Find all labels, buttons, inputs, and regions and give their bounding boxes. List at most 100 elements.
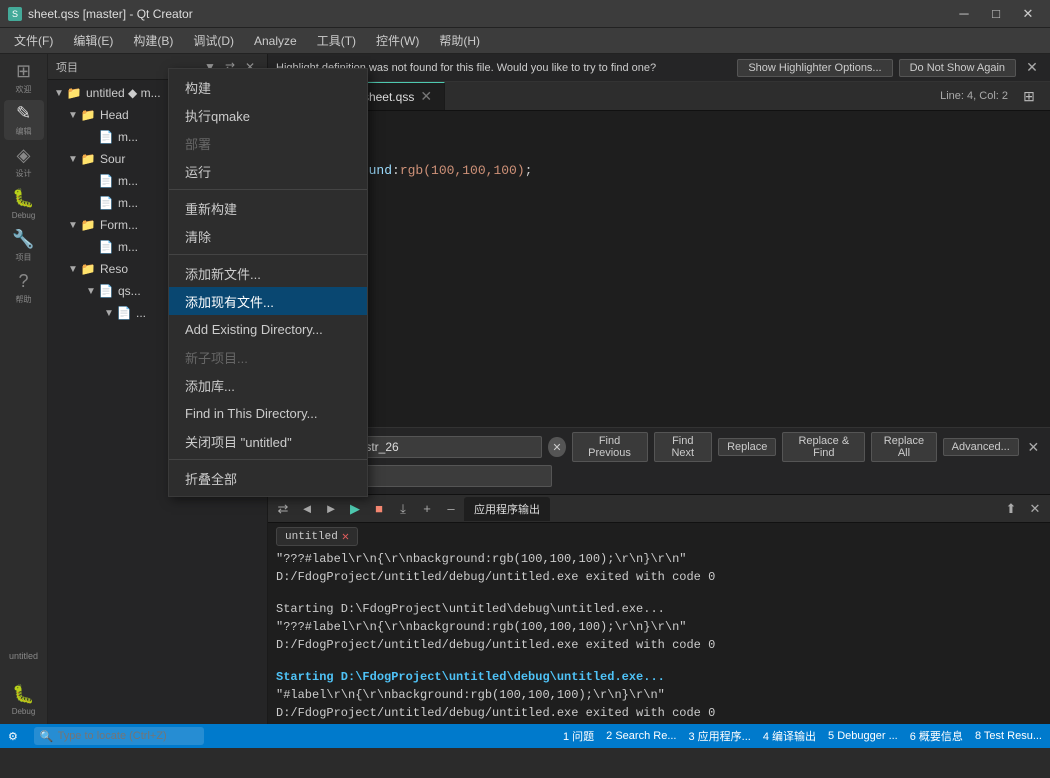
menu-analyze[interactable]: Analyze — [244, 32, 307, 50]
debug2-icon: 🐛 — [12, 684, 34, 705]
folder-icon: 📁 — [80, 217, 96, 233]
main-area: ⊞ 欢迎 ✎ 编辑 ◈ 设计 🐛 Debug 🔧 项目 ? 帮助 untitle… — [0, 54, 1050, 724]
sidebar-debug[interactable]: 🐛 Debug — [4, 184, 44, 224]
find-bar: Find: 🔍 ✕ Find Previous Find Next Replac… — [268, 427, 1050, 494]
find-next-button[interactable]: Find Next — [654, 432, 713, 462]
output-line-8: D:/FdogProject/untitled/debug/untitled.e… — [276, 704, 1042, 722]
status-tab-debugger[interactable]: 5 Debugger ... — [828, 730, 898, 742]
run-tab-close-icon[interactable]: ✕ — [342, 529, 349, 544]
ctx-collapse-all[interactable]: 折叠全部 — [169, 464, 367, 492]
output-line-3: Starting D:\FdogProject\untitled\debug\u… — [276, 600, 1042, 618]
status-tab-summary[interactable]: 6 概要信息 — [910, 728, 963, 744]
tree-label: m... — [118, 196, 138, 210]
app-icon: S — [8, 7, 22, 21]
ctx-add-new[interactable]: 添加新文件... — [169, 259, 367, 287]
bottom-ctrl-next[interactable]: ► — [320, 498, 342, 520]
add-output-button[interactable]: + — [416, 498, 438, 520]
status-tab-test[interactable]: 8 Test Resu... — [975, 730, 1042, 742]
bottom-ctrl-link[interactable]: ⇄ — [272, 498, 294, 520]
close-button[interactable]: ✕ — [1014, 3, 1042, 25]
output-line-2: D:/FdogProject/untitled/debug/untitled.e… — [276, 568, 1042, 586]
ctx-add-existing[interactable]: 添加现有文件... — [169, 287, 367, 315]
replace-input[interactable] — [352, 465, 552, 487]
file-icon: 📄 — [116, 305, 132, 321]
find-previous-button[interactable]: Find Previous — [572, 432, 648, 462]
do-not-show-again-button[interactable]: Do Not Show Again — [899, 59, 1016, 77]
split-button[interactable]: ⊞ — [1016, 84, 1042, 108]
sidebar-design[interactable]: ◈ 设计 — [4, 142, 44, 182]
sidebar-project[interactable]: 🔧 项目 — [4, 226, 44, 266]
status-search[interactable]: 🔍 — [34, 727, 204, 745]
find-replace-button[interactable]: Replace — [718, 438, 776, 456]
sidebar-untitled[interactable]: untitled — [4, 636, 44, 676]
menu-file[interactable]: 文件(F) — [4, 30, 63, 51]
ctx-rebuild[interactable]: 重新构建 — [169, 194, 367, 222]
ctx-build[interactable]: 构建 — [169, 73, 367, 101]
run-tab-label: untitled — [285, 531, 338, 543]
status-tab-search[interactable]: 2 Search Re... — [606, 730, 676, 742]
bottom-tab-output[interactable]: 应用程序输出 — [464, 497, 550, 521]
folder-icon: 📁 — [80, 151, 96, 167]
ctx-add-library[interactable]: 添加库... — [169, 371, 367, 399]
ctx-add-existing-dir[interactable]: Add Existing Directory... — [169, 315, 367, 343]
debug-icon: 🐛 — [12, 188, 34, 209]
show-highlighter-button[interactable]: Show Highlighter Options... — [737, 59, 892, 77]
status-right: 1 问题 2 Search Re... 3 应用程序... 4 编译输出 5 D… — [563, 728, 1042, 744]
context-menu: 构建 执行qmake 部署 运行 重新构建 清除 添加新文件... 添加现有文件… — [168, 68, 368, 497]
ctx-find-in-dir[interactable]: Find in This Directory... — [169, 399, 367, 427]
bottom-panel-float-button[interactable]: ⬆ — [1000, 498, 1022, 520]
status-search-input[interactable] — [58, 730, 198, 742]
output-line-7: "#label\r\n{\r\nbackground:rgb(100,100,1… — [276, 686, 1042, 704]
file-icon: 📄 — [98, 283, 114, 299]
code-editor[interactable]: 1 #label 2 { 3 background:rgb(100,100,10… — [268, 111, 1050, 427]
ctx-close-project[interactable]: 关闭项目 "untitled" — [169, 427, 367, 455]
find-close-button[interactable]: ✕ — [1025, 437, 1042, 457]
arrow-icon: ▼ — [66, 152, 80, 166]
minimize-button[interactable]: ─ — [950, 3, 978, 25]
welcome-icon: ⊞ — [16, 61, 31, 82]
ctx-clean[interactable]: 清除 — [169, 222, 367, 250]
arrow-icon: ▼ — [66, 108, 80, 122]
output-area[interactable]: untitled ✕ "???#label\r\n{\r\nbackground… — [268, 523, 1050, 724]
status-tab-compile[interactable]: 4 编译输出 — [763, 728, 816, 744]
menu-tools[interactable]: 工具(T) — [307, 30, 366, 51]
menu-help[interactable]: 帮助(H) — [429, 30, 490, 51]
bottom-ctrl-prev[interactable]: ◄ — [296, 498, 318, 520]
tree-label: Reso — [100, 262, 128, 276]
status-tab-problems[interactable]: 1 问题 — [563, 728, 594, 744]
notification-close-button[interactable]: ✕ — [1022, 58, 1042, 78]
run-tab-untitled[interactable]: untitled ✕ — [276, 527, 358, 546]
menu-debug[interactable]: 调试(D) — [183, 30, 244, 51]
menu-bar: 文件(F) 编辑(E) 构建(B) 调试(D) Analyze 工具(T) 控件… — [0, 28, 1050, 54]
menu-edit[interactable]: 编辑(E) — [63, 30, 123, 51]
replace-all-button[interactable]: Replace All — [871, 432, 936, 462]
status-icon: ⚙ — [8, 730, 18, 743]
find-clear-button[interactable]: ✕ — [548, 437, 565, 457]
sidebar-help[interactable]: ? 帮助 — [4, 268, 44, 308]
status-tab-app[interactable]: 3 应用程序... — [689, 728, 751, 744]
line-info: Line: 4, Col: 2 ⊞ — [932, 82, 1050, 110]
find-input[interactable] — [342, 436, 542, 458]
tree-label: m... — [118, 174, 138, 188]
status-left: ⚙ 🔍 — [8, 727, 204, 745]
project-icon: 🔧 — [12, 229, 34, 250]
tree-label: ... — [136, 306, 146, 320]
remove-output-button[interactable]: – — [440, 498, 462, 520]
menu-controls[interactable]: 控件(W) — [366, 30, 429, 51]
stop-button[interactable]: ■ — [368, 498, 390, 520]
menu-build[interactable]: 构建(B) — [123, 30, 183, 51]
ctx-qmake[interactable]: 执行qmake — [169, 101, 367, 129]
tab-close-button[interactable]: ✕ — [420, 88, 432, 105]
ctx-run[interactable]: 运行 — [169, 157, 367, 185]
sidebar-debug2[interactable]: 🐛 Debug — [4, 680, 44, 720]
bottom-panel-close-button[interactable]: ✕ — [1024, 498, 1046, 520]
scroll-end-button[interactable]: ⤓ — [392, 498, 414, 520]
line-col-label: Line: 4, Col: 2 — [940, 90, 1008, 102]
replace-and-find-button[interactable]: Replace & Find — [782, 432, 865, 462]
advanced-button[interactable]: Advanced... — [943, 438, 1019, 456]
maximize-button[interactable]: □ — [982, 3, 1010, 25]
sidebar-welcome[interactable]: ⊞ 欢迎 — [4, 58, 44, 98]
bottom-panel: ⇄ ◄ ► ▶ ■ ⤓ + – 应用程序输出 ⬆ ✕ untitled — [268, 494, 1050, 724]
sidebar-edit[interactable]: ✎ 编辑 — [4, 100, 44, 140]
run-button[interactable]: ▶ — [344, 498, 366, 520]
